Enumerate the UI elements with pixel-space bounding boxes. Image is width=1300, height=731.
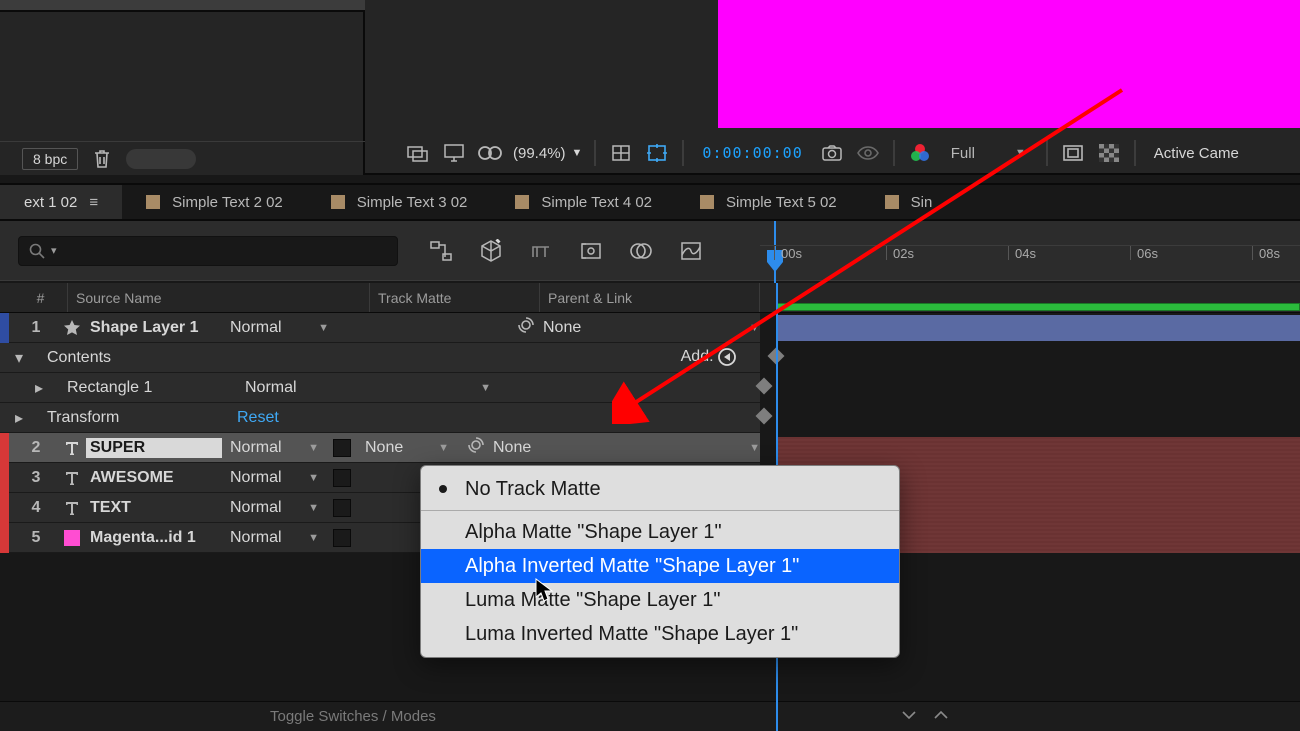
comp-icon	[515, 195, 529, 209]
zoom-in-icon[interactable]	[932, 706, 950, 728]
track-matte-toggle[interactable]	[333, 469, 351, 487]
project-footer: 8 bpc	[0, 141, 365, 175]
footer-slider[interactable]	[126, 149, 196, 169]
time-tick: 06s	[1130, 246, 1158, 260]
tab-label: ext 1 02	[24, 194, 77, 211]
search-input[interactable]: ▾	[18, 236, 398, 266]
zoom-out-icon[interactable]	[900, 706, 918, 728]
col-source-name[interactable]: Source Name	[68, 283, 370, 312]
zoom-dropdown[interactable]: (99.4%) ▼	[513, 145, 582, 162]
text-icon	[58, 500, 86, 516]
layer-row-selected[interactable]: 2 SUPER Normal▼ None▼ None▼	[0, 433, 760, 463]
blend-mode-dropdown[interactable]: Normal▼	[222, 529, 327, 547]
tab-label: Simple Text 2 02	[172, 194, 283, 211]
menu-no-track-matte[interactable]: No Track Matte	[421, 472, 899, 506]
star-icon	[58, 319, 86, 337]
twirl-right-icon[interactable]: ▸	[9, 408, 29, 428]
layer-name[interactable]: AWESOME	[86, 469, 222, 487]
col-track-matte[interactable]: Track Matte	[370, 283, 540, 312]
layer-name[interactable]: Shape Layer 1	[86, 319, 222, 337]
menu-alpha-matte[interactable]: Alpha Matte "Shape Layer 1"	[421, 515, 899, 549]
track-matte-toggle[interactable]	[333, 499, 351, 517]
reset-link[interactable]: Reset	[237, 409, 279, 427]
group-label: Contents	[29, 349, 237, 367]
solid-icon	[58, 530, 86, 546]
toggle-switches-button[interactable]: Toggle Switches / Modes	[270, 708, 436, 725]
comp-icon	[331, 195, 345, 209]
motion-blur-icon[interactable]	[578, 238, 604, 264]
menu-alpha-inverted-matte[interactable]: Alpha Inverted Matte "Shape Layer 1"	[421, 549, 899, 583]
menu-icon[interactable]: ≡	[89, 194, 98, 211]
label-color[interactable]	[0, 433, 9, 463]
label-color[interactable]	[0, 523, 9, 553]
pickwhip-icon[interactable]	[467, 436, 485, 459]
layer-name[interactable]: TEXT	[86, 499, 222, 517]
bottom-bar: Toggle Switches / Modes	[0, 701, 1300, 731]
menu-separator	[421, 510, 899, 511]
mask-icon[interactable]	[477, 140, 503, 166]
blend-mode-dropdown[interactable]: Normal▼	[222, 499, 327, 517]
annotation-arrow	[612, 84, 1132, 428]
blend-mode-dropdown[interactable]: Normal▼	[222, 469, 327, 487]
transform-label: Transform	[29, 409, 237, 427]
tab-item[interactable]: Simple Text 3 02	[307, 184, 492, 219]
twirl-down-icon[interactable]: ▾	[9, 348, 29, 368]
text-icon	[58, 470, 86, 486]
framebend-icon[interactable]	[528, 238, 554, 264]
monitor-icon[interactable]	[441, 140, 467, 166]
comp-icon	[146, 195, 160, 209]
pickwhip-icon[interactable]	[517, 316, 535, 339]
menu-luma-matte[interactable]: Luma Matte "Shape Layer 1"	[421, 583, 899, 617]
blend-mode-dropdown[interactable]: Normal▼	[222, 319, 337, 337]
layer-name[interactable]: SUPER	[86, 438, 222, 458]
tab-label: Simple Text 3 02	[357, 194, 468, 211]
track-matte-toggle[interactable]	[333, 439, 351, 457]
rect-label: Rectangle 1	[49, 379, 237, 397]
active-camera-dropdown[interactable]: Active Came	[1148, 145, 1239, 162]
label-color[interactable]	[0, 313, 9, 343]
layer-index: 1	[14, 319, 58, 337]
layer-index: 4	[14, 499, 58, 517]
text-icon	[58, 440, 86, 456]
layer-index: 3	[14, 469, 58, 487]
col-number[interactable]: #	[14, 283, 68, 312]
cursor-icon	[535, 578, 555, 608]
time-tick: 08s	[1252, 246, 1280, 260]
blend-mode-dropdown[interactable]: Normal▼	[237, 379, 499, 397]
project-header-bar	[0, 0, 365, 12]
blend-mode-dropdown[interactable]: Normal▼	[222, 439, 327, 457]
layer-name[interactable]: Magenta...id 1	[86, 529, 222, 547]
mini-flowchart-icon[interactable]	[428, 238, 454, 264]
zoom-value: (99.4%)	[513, 145, 566, 162]
separator	[1134, 140, 1136, 166]
tab-item[interactable]: Simple Text 2 02	[122, 184, 307, 219]
track-matte-menu: No Track Matte Alpha Matte "Shape Layer …	[420, 465, 900, 658]
separator	[594, 140, 596, 166]
track-matte-toggle[interactable]	[333, 529, 351, 547]
tab-active[interactable]: ext 1 02 ≡	[0, 184, 122, 219]
menu-luma-inverted-matte[interactable]: Luma Inverted Matte "Shape Layer 1"	[421, 617, 899, 651]
twirl-right-icon[interactable]: ▸	[29, 378, 49, 398]
chevron-down-icon: ▼	[572, 147, 583, 159]
trash-icon[interactable]	[92, 148, 112, 170]
draft3d-icon[interactable]	[478, 238, 504, 264]
project-panel: 8 bpc	[0, 0, 365, 175]
magnify-icon[interactable]	[405, 140, 431, 166]
layer-index: 2	[14, 439, 58, 457]
label-color[interactable]	[0, 463, 9, 493]
track-matte-dropdown[interactable]: None▼	[357, 439, 457, 457]
bpc-indicator[interactable]: 8 bpc	[22, 148, 78, 170]
layer-index: 5	[14, 529, 58, 547]
parent-dropdown[interactable]: None▼	[457, 436, 760, 459]
label-color[interactable]	[0, 493, 9, 523]
